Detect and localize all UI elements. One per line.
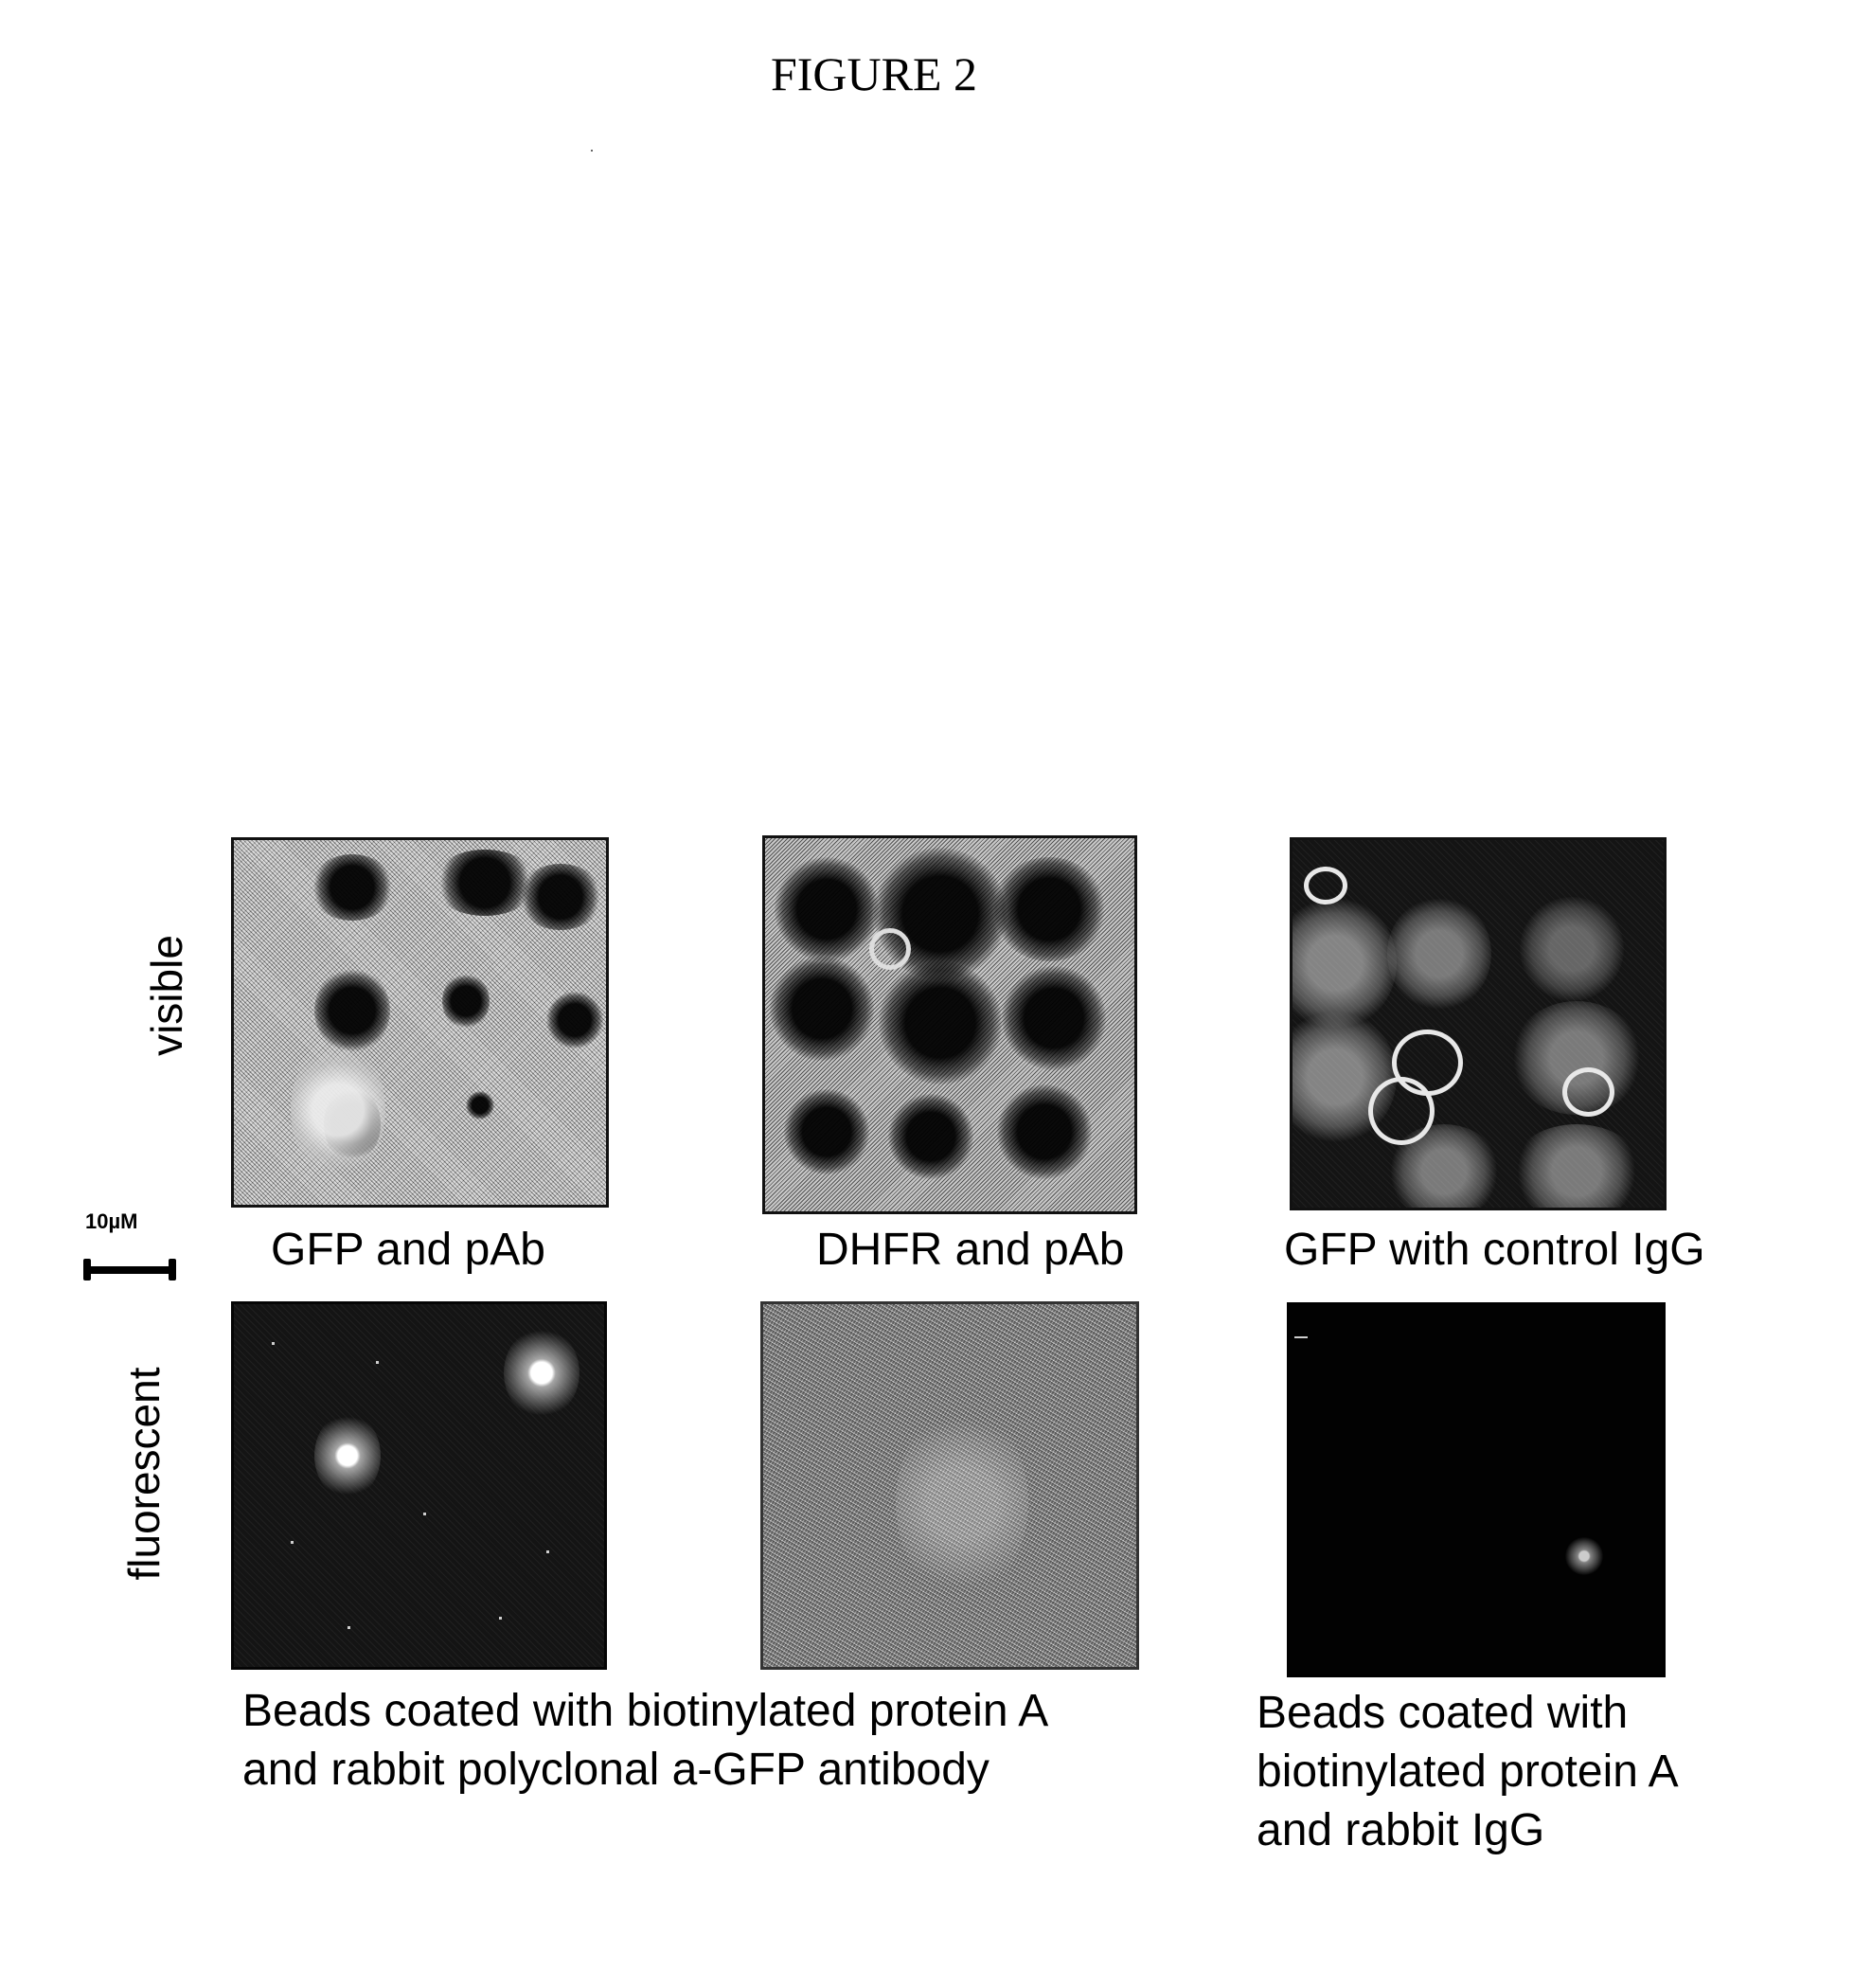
scale-bar-label: 10µM — [85, 1209, 138, 1233]
cell-cluster — [310, 854, 395, 921]
panel-fluorescent-control-igg — [1287, 1302, 1666, 1677]
figure-title: FIGURE 2 — [0, 47, 1854, 100]
fluorescent-bead — [504, 1328, 579, 1418]
caption-beads-anti-gfp-line-2: and rabbit polyclonal a-GFP antibody — [242, 1745, 989, 1795]
bead-ring — [869, 928, 911, 970]
bead-ring — [1368, 1077, 1435, 1145]
speck — [348, 1626, 350, 1629]
speck — [291, 1541, 294, 1544]
cell-cluster — [518, 864, 603, 930]
fluorescent-bead — [314, 1413, 381, 1498]
speck — [423, 1513, 426, 1515]
caption-dhfr-pab: DHFR and pAb — [816, 1225, 1125, 1275]
speck — [1294, 1336, 1308, 1338]
caption-beads-rabbit-igg-line-3: and rabbit IgG — [1257, 1805, 1545, 1855]
cell-cluster — [997, 1084, 1092, 1179]
cell-cluster — [784, 1089, 869, 1174]
cell-cluster — [442, 973, 490, 1030]
cell-cluster — [775, 857, 879, 961]
fluorescent-bead — [1565, 1537, 1603, 1575]
caption-beads-rabbit-igg-line-2: biotinylated protein A — [1257, 1746, 1679, 1797]
panel-visible-gfp-control-igg — [1290, 837, 1667, 1210]
cell-cluster — [992, 857, 1106, 961]
panel-visible-dhfr-pab — [762, 835, 1137, 1214]
bright-region — [1387, 897, 1491, 1011]
panel-fluorescent-dhfr-pab — [760, 1301, 1139, 1670]
cell-cluster — [1002, 966, 1106, 1070]
cell-cluster — [770, 957, 874, 1061]
scale-bar-icon — [83, 1259, 176, 1281]
caption-gfp-pab: GFP and pAb — [271, 1225, 545, 1275]
cell-cluster — [466, 1091, 494, 1119]
bright-region — [1510, 1124, 1643, 1208]
panel-visible-gfp-pab — [231, 837, 609, 1208]
caption-gfp-control-igg: GFP with control IgG — [1284, 1225, 1705, 1275]
stray-mark — [591, 150, 593, 152]
cell-cluster — [888, 1094, 973, 1179]
speck — [499, 1617, 502, 1620]
caption-beads-rabbit-igg-line-1: Beads coated with — [1257, 1688, 1629, 1738]
caption-beads-anti-gfp-line-1: Beads coated with biotinylated protein A — [242, 1686, 1049, 1736]
cell-cluster — [879, 961, 1002, 1084]
bright-region — [1292, 897, 1397, 1030]
speck — [546, 1550, 549, 1553]
cell-cluster — [546, 992, 603, 1048]
bright-region — [1520, 897, 1624, 1001]
bead-ring — [1562, 1067, 1614, 1117]
panel-fluorescent-gfp-pab — [231, 1301, 607, 1670]
row-label-visible: visible — [142, 935, 191, 1056]
speck — [272, 1342, 275, 1345]
row-label-fluorescent: fluorescent — [119, 1367, 169, 1581]
bead-ring — [1304, 867, 1347, 904]
halo — [291, 1039, 385, 1181]
speck — [376, 1361, 379, 1364]
faint-region — [896, 1408, 1028, 1598]
figure-title-text: FIGURE 2 — [770, 47, 978, 100]
